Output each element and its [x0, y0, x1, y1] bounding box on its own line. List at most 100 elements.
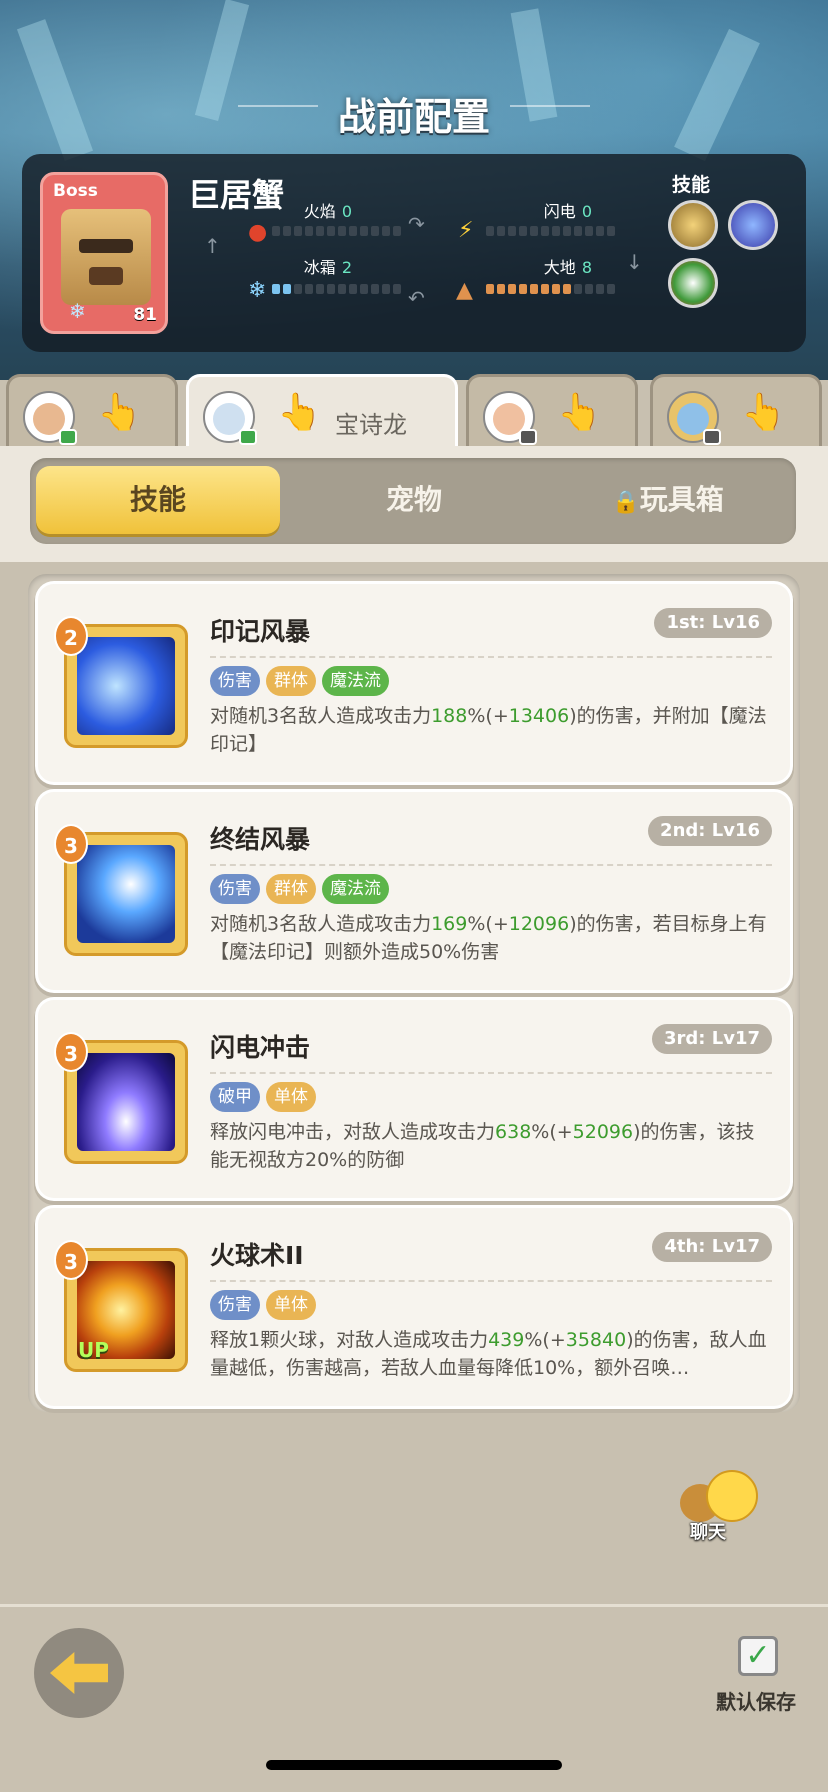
frost-bar-segment	[316, 284, 324, 294]
hero-avatar	[203, 391, 257, 445]
skill-slot-level: 2nd: Lv16	[648, 816, 772, 846]
tab-pets[interactable]: 宠物	[292, 466, 536, 534]
element-earth: 大地 8	[492, 254, 592, 278]
skill-description: 对随机3名敌人造成攻击力169%(+12096)的伤害，若目标身上有【魔法印记】…	[210, 913, 767, 963]
frost-bar-segment	[360, 284, 368, 294]
default-save-label: 默认保存	[716, 1690, 796, 1714]
skill-tier-badge: 3	[54, 1240, 88, 1280]
lightning-value: 0	[581, 202, 592, 221]
cycle-arrow-icon: ↓	[626, 250, 643, 274]
lightning-bar-segment	[486, 226, 494, 236]
earth-label: 大地	[543, 258, 576, 277]
skill-description: 释放1颗火球，对敌人造成攻击力439%(+35840)的伤害，敌人血量越低，伤害…	[210, 1329, 767, 1379]
divider	[210, 1280, 772, 1282]
earth-bar-segment	[607, 284, 615, 294]
fire-bar-segment	[371, 226, 379, 236]
hero-tab-1[interactable]: 👆	[6, 374, 178, 446]
hero-avatar	[667, 391, 721, 445]
lightning-bar	[486, 226, 615, 236]
boss-skills-label: 技能	[672, 174, 711, 196]
skill-tag: 群体	[266, 874, 316, 904]
lightning-bar-segment	[585, 226, 593, 236]
divider	[210, 864, 772, 866]
frost-bar-segment	[272, 284, 280, 294]
tab-skills[interactable]: 技能	[36, 466, 280, 534]
tab-toybox[interactable]: 🔒玩具箱	[546, 466, 790, 534]
fire-bar-segment	[305, 226, 313, 236]
skill-tag: 魔法流	[322, 874, 389, 904]
hand-pointer-icon: 👆	[277, 392, 322, 433]
frost-bar-segment	[349, 284, 357, 294]
frost-bar-segment	[393, 284, 401, 294]
chat-button[interactable]: 聊天	[676, 1462, 768, 1554]
boss-portrait-card[interactable]: Boss ❄ 81	[40, 172, 168, 334]
boss-level: 81	[133, 305, 157, 325]
hand-pointer-icon: 👆	[741, 392, 786, 433]
earth-bar-segment	[585, 284, 593, 294]
earth-icon: ▲	[456, 278, 473, 303]
frost-bar-segment	[371, 284, 379, 294]
magic-storm-icon	[77, 637, 175, 735]
chat-label: 聊天	[690, 1522, 726, 1543]
hand-pointer-icon: 👆	[557, 392, 602, 433]
skill-tag: 单体	[266, 1082, 316, 1112]
lightning-bar-segment	[596, 226, 604, 236]
fire-bar-segment	[382, 226, 390, 236]
skill-name: 闪电冲击	[210, 1033, 311, 1062]
fire-bar-segment	[360, 226, 368, 236]
lightning-bar-segment	[552, 226, 560, 236]
fire-icon: ●	[248, 220, 268, 245]
hero-tab-3[interactable]: 👆	[466, 374, 638, 446]
skill-tag: 群体	[266, 666, 316, 696]
skill-tier-badge: 2	[54, 616, 88, 656]
earth-bar-segment	[563, 284, 571, 294]
skill-card[interactable]: 3 闪电冲击 3rd: Lv17 破甲 单体 释放闪电冲击，对敌人造成攻击力63…	[38, 1000, 790, 1198]
upgrade-indicator: UP	[78, 1338, 109, 1362]
skill-card[interactable]: 2 印记风暴 1st: Lv16 伤害 群体 魔法流 对随机3名敌人造成攻击力1…	[38, 584, 790, 782]
skill-tag: 伤害	[210, 1290, 260, 1320]
earth-bar-segment	[552, 284, 560, 294]
back-button[interactable]	[34, 1628, 124, 1718]
frost-label: 冰霜	[303, 258, 336, 277]
fire-label: 火焰	[303, 202, 336, 221]
fire-value: 0	[341, 202, 352, 221]
boss-portrait	[61, 209, 151, 305]
back-arrow-icon	[50, 1652, 108, 1694]
skill-tag: 魔法流	[322, 666, 389, 696]
lightning-strike-icon	[77, 1053, 175, 1151]
frost-bar-segment	[327, 284, 335, 294]
skill-tag: 伤害	[210, 874, 260, 904]
frost-bar-segment	[382, 284, 390, 294]
checkbox-checked-icon: ✓	[738, 1636, 778, 1676]
skill-tag: 破甲	[210, 1082, 260, 1112]
fire-bar-segment	[294, 226, 302, 236]
lightning-icon: ⚡	[458, 218, 474, 243]
skill-description: 释放闪电冲击，对敌人造成攻击力638%(+52096)的伤害，该技能无视敌方20…	[210, 1121, 755, 1171]
skill-description: 对随机3名敌人造成攻击力188%(+13406)的伤害，并附加【魔法印记】	[210, 705, 767, 755]
fire-bar-segment	[349, 226, 357, 236]
chat-bubble-icon	[706, 1470, 758, 1522]
earth-bar-segment	[574, 284, 582, 294]
page-title: 战前配置	[337, 95, 490, 139]
skill-slot-level: 4th: Lv17	[652, 1232, 772, 1262]
hero-avatar	[483, 391, 537, 445]
boss-skill-1-icon[interactable]	[668, 200, 718, 250]
lightning-bar-segment	[519, 226, 527, 236]
skill-tags: 破甲 单体	[210, 1082, 316, 1112]
fire-bar-segment	[283, 226, 291, 236]
hero-tab-4[interactable]: 👆	[650, 374, 822, 446]
skill-card[interactable]: 3 终结风暴 2nd: Lv16 伤害 群体 魔法流 对随机3名敌人造成攻击力1…	[38, 792, 790, 990]
hero-avatar	[23, 391, 77, 445]
divider	[210, 1072, 772, 1074]
skill-tags: 伤害 群体 魔法流	[210, 874, 389, 904]
frost-icon: ❄	[248, 278, 267, 303]
skill-tier-badge: 3	[54, 1032, 88, 1072]
boss-skill-2-icon[interactable]	[728, 200, 778, 250]
lightning-bar-segment	[497, 226, 505, 236]
boss-badge: Boss	[53, 181, 98, 201]
default-save-toggle[interactable]: ✓ 默认保存	[716, 1636, 816, 1716]
hero-tab-2[interactable]: 👆 宝诗龙	[186, 374, 458, 454]
earth-bar-segment	[508, 284, 516, 294]
skill-card[interactable]: 3 UP 火球术II 4th: Lv17 伤害 单体 释放1颗火球，对敌人造成攻…	[38, 1208, 790, 1406]
boss-skill-3-icon[interactable]	[668, 258, 718, 308]
